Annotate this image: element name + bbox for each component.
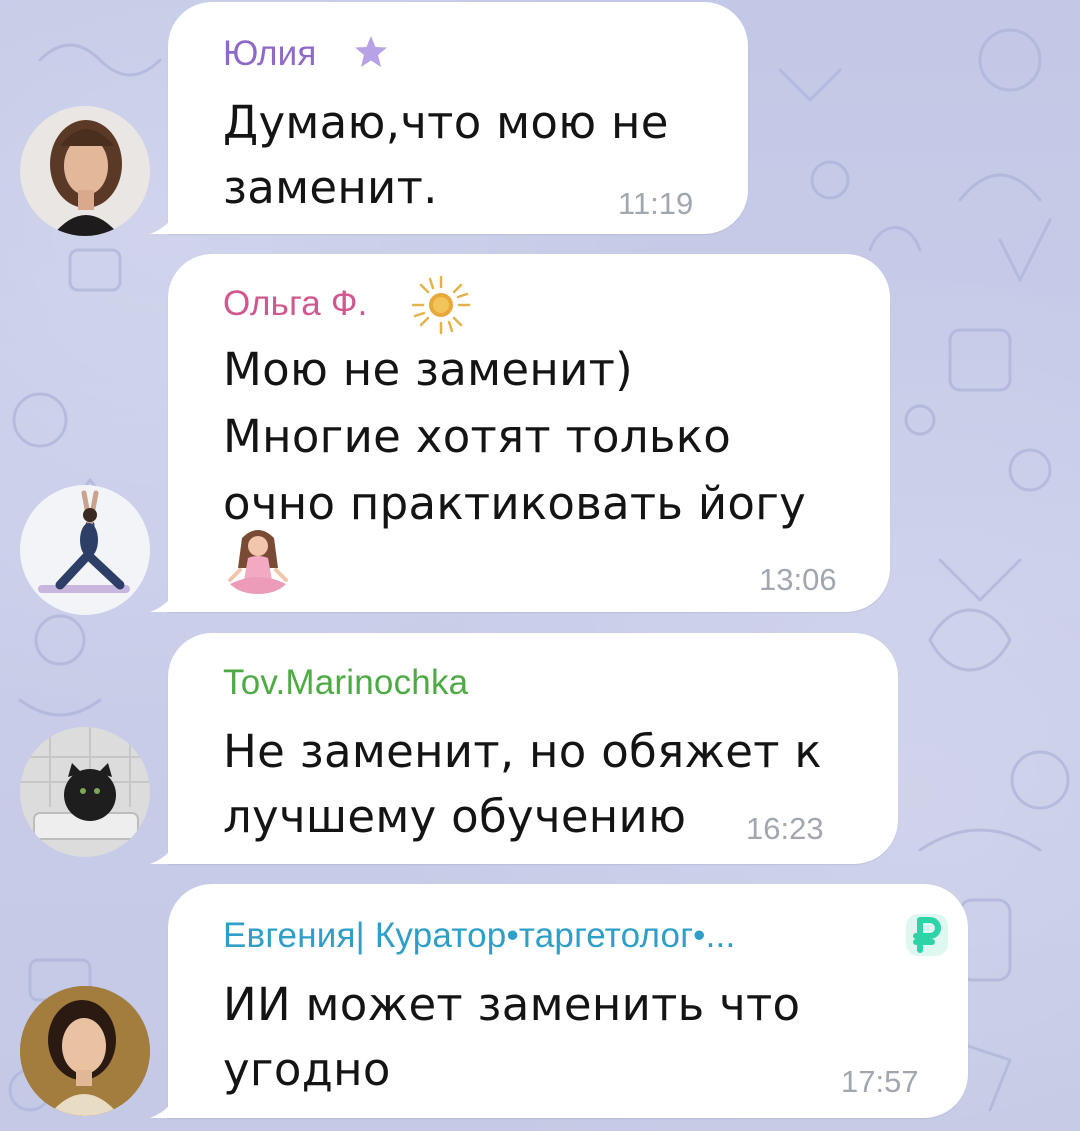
message-bubble[interactable]: Юлия Думаю,что мою не заменит. 11:19 [168,2,748,234]
avatar[interactable] [20,106,150,236]
message-text-line: заменит. [223,161,438,214]
ruble-icon [906,914,948,956]
message-time: 11:19 [618,186,694,221]
message-text-line: Думаю,что мою не [223,96,669,149]
message-time: 17:57 [841,1064,919,1099]
sun-icon [411,275,471,335]
avatar-woman-curly-hair-icon [20,106,150,236]
sender-name[interactable]: Юлия [223,34,317,74]
avatar[interactable] [20,986,150,1116]
message-bubble[interactable]: Евгения| Куратор•таргетолог•... ИИ может… [168,884,968,1118]
sender-name[interactable]: Ольга Ф. [223,284,368,324]
message-time: 13:06 [759,562,837,597]
message-text-line: Не заменит, но обяжет к [223,725,822,778]
message-bubble[interactable]: Ольга Ф. Мою не заменит) Многие хотят то… [168,254,890,612]
message-bubble[interactable]: Tov.Marinochka Не заменит, но обяжет к л… [168,633,898,864]
avatar-woman-dark-hair-icon [20,986,150,1116]
message-text-line: Многие хотят только [223,410,732,463]
message-time: 16:23 [746,811,824,846]
avatar[interactable] [20,727,150,857]
avatar-yoga-pose-icon [20,485,150,615]
sender-name[interactable]: Tov.Marinochka [223,663,468,703]
avatar[interactable] [20,485,150,615]
yoga-meditation-icon [228,530,288,594]
message-text-line: лучшему обучению [223,790,687,843]
message-text-line: очно практиковать йогу [223,477,807,530]
message-text-line: ИИ может заменить что [223,978,801,1031]
star-icon [355,36,387,67]
sender-name[interactable]: Евгения| Куратор•таргетолог•... [223,916,735,956]
avatar-black-cat-icon [20,727,150,857]
message-text-line: угодно [223,1043,391,1096]
message-text-line: Мою не заменит) [223,343,634,396]
